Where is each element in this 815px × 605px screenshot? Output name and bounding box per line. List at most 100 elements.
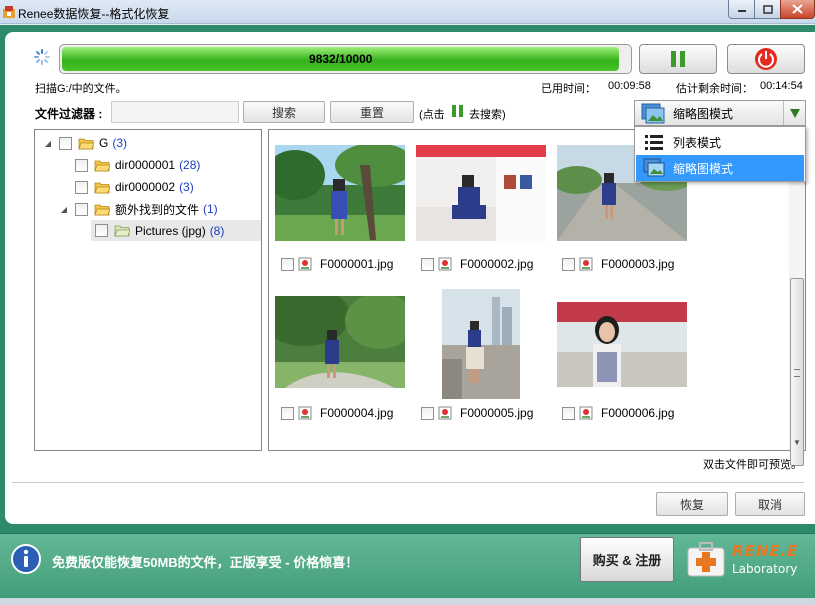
thumbnail-image[interactable] — [416, 145, 546, 241]
file-checkbox[interactable] — [562, 257, 575, 271]
progress-fill: 9832/10000 — [62, 47, 620, 71]
image-file-icon — [579, 406, 593, 420]
first-aid-kit-icon — [687, 542, 725, 577]
file-item[interactable]: F0000004.jpg — [281, 405, 393, 421]
expand-arrow-icon[interactable]: ◢ — [43, 139, 53, 148]
search-button[interactable]: 搜索 — [243, 101, 325, 123]
tree-checkbox[interactable] — [95, 224, 108, 237]
file-checkbox[interactable] — [421, 257, 434, 271]
file-item[interactable]: F0000001.jpg — [281, 256, 393, 272]
thumbnail-image[interactable] — [557, 302, 687, 387]
brand-subtitle: Laboratory — [732, 562, 798, 576]
tree-node-count: (8) — [209, 223, 225, 238]
renee-logo: RENE.E Laboratory — [684, 538, 806, 582]
file-checkbox[interactable] — [421, 406, 434, 420]
maximize-icon — [762, 4, 773, 14]
tree-checkbox[interactable] — [75, 158, 88, 172]
file-name: F0000004.jpg — [320, 406, 394, 420]
expand-arrow-icon[interactable]: ◢ — [59, 205, 69, 214]
pause-button[interactable] — [639, 44, 717, 74]
thumbnail-mode-icon — [641, 103, 665, 124]
tree-node-extra-files[interactable]: ◢ 额外找到的文件 (1) — [59, 199, 218, 219]
tree-checkbox[interactable] — [59, 136, 72, 150]
file-name: F0000002.jpg — [460, 257, 534, 271]
view-mode-dropdown-toggle[interactable] — [783, 101, 805, 125]
pause-hint-icon — [452, 105, 463, 117]
reset-button[interactable]: 重置 — [330, 101, 414, 123]
tree-node-count: (3) — [112, 136, 128, 150]
stop-button[interactable] — [727, 44, 805, 74]
tree-node-dir0000001[interactable]: dir0000001 (28) — [75, 155, 200, 175]
tree-node-count: (1) — [203, 202, 218, 216]
view-option-thumbnail[interactable]: 缩略图模式 — [636, 155, 804, 181]
tree-node-g[interactable]: ◢ G (3) — [43, 133, 127, 153]
file-item[interactable]: F0000002.jpg — [421, 256, 533, 272]
image-file-icon — [438, 257, 452, 271]
folder-open-icon — [78, 138, 94, 149]
photo-store-icon — [416, 145, 546, 241]
image-file-icon — [298, 257, 312, 271]
photo-park-icon — [275, 145, 405, 241]
close-button[interactable] — [780, 0, 815, 19]
file-name: F0000003.jpg — [601, 257, 675, 271]
thumbnail-image[interactable] — [442, 289, 520, 399]
tree-node-count: (28) — [179, 158, 201, 172]
view-mode-select[interactable]: 缩略图模式 — [634, 100, 806, 126]
file-checkbox[interactable] — [281, 406, 294, 420]
file-checkbox[interactable] — [562, 406, 575, 420]
image-file-icon — [438, 406, 452, 420]
image-file-icon — [298, 406, 312, 420]
window-title: Renee数据恢复--格式化恢复 — [18, 7, 170, 21]
tree-node-dir0000002[interactable]: dir0000002 (3) — [75, 177, 194, 197]
tree-node-label: Pictures (jpg) — [135, 223, 206, 238]
preview-hint: 双击文件即可预览。 — [703, 459, 802, 471]
file-item[interactable]: F0000003.jpg — [562, 256, 674, 272]
free-version-notice: 免费版仅能恢复50MB的文件，正版享受 - 价格惊喜！ — [52, 555, 359, 570]
minimize-icon — [737, 10, 746, 12]
info-icon — [11, 544, 41, 574]
maximize-button[interactable] — [754, 0, 781, 19]
minimize-button[interactable] — [728, 0, 755, 19]
pause-icon — [671, 51, 685, 67]
tree-checkbox[interactable] — [75, 180, 88, 194]
folder-open-icon — [94, 204, 110, 215]
tree-checkbox[interactable] — [75, 202, 88, 216]
divider — [12, 482, 804, 483]
folder-tree: ◢ G (3) dir0000001 (28) dir0000002 (3) ◢… — [34, 129, 262, 451]
scan-status: 扫描G:/中的文件。 — [35, 83, 127, 95]
title-bar: Renee数据恢复--格式化恢复 — [0, 0, 815, 24]
file-filter-input[interactable] — [111, 101, 239, 123]
scroll-down-arrow-icon[interactable]: ▼ — [793, 438, 801, 447]
app-icon — [3, 6, 15, 18]
remaining-time-value: 00:14:54 — [760, 80, 803, 92]
tree-node-label: dir0000001 — [115, 158, 176, 172]
thumbnail-image[interactable] — [275, 296, 405, 388]
tree-node-pictures[interactable]: Pictures (jpg) (8) — [91, 220, 261, 241]
image-file-icon — [579, 257, 593, 271]
search-hint-prefix: (点击 — [419, 109, 445, 121]
photo-riverside-icon — [442, 289, 520, 399]
file-checkbox[interactable] — [281, 257, 294, 271]
file-item[interactable]: F0000005.jpg — [421, 405, 533, 421]
cancel-button[interactable]: 取消 — [735, 492, 805, 516]
folder-open-icon — [94, 160, 110, 171]
brand-name: RENE.E — [732, 542, 799, 560]
photo-garden-icon — [275, 296, 405, 388]
folder-open-icon — [94, 182, 110, 193]
recover-button[interactable]: 恢复 — [656, 492, 728, 516]
view-option-list-label: 列表模式 — [673, 135, 722, 150]
buy-register-button[interactable]: 购买 & 注册 — [580, 537, 674, 582]
view-option-list[interactable]: 列表模式 — [636, 129, 804, 155]
elapsed-time-label: 已用时间： — [541, 83, 596, 95]
scan-progress-bar: 9832/10000 — [59, 44, 632, 74]
file-item[interactable]: F0000006.jpg — [562, 405, 674, 421]
thumbnail-mode-icon — [643, 158, 665, 177]
scrollbar-grip-icon — [794, 369, 800, 377]
view-mode-selected: 缩略图模式 — [673, 106, 734, 121]
view-mode-menu: 列表模式 缩略图模式 — [634, 126, 806, 182]
stop-icon — [755, 48, 777, 70]
photo-portrait-icon — [557, 302, 687, 387]
loading-spinner-icon — [34, 49, 50, 65]
tree-node-label: dir0000002 — [115, 180, 176, 194]
thumbnail-image[interactable] — [275, 145, 405, 241]
